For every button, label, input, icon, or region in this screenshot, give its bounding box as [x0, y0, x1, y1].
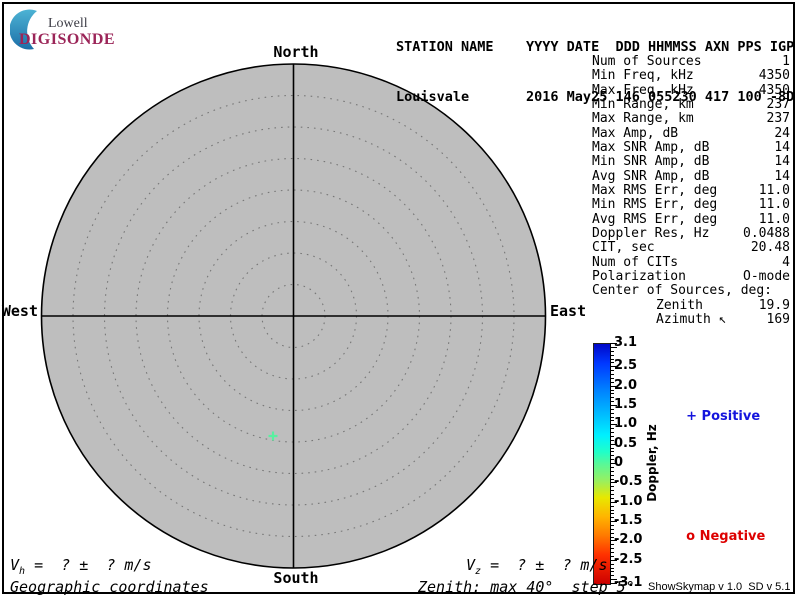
stat-row: Num of Sources 1 — [592, 54, 790, 69]
stat-label: CIT, sec — [592, 240, 655, 256]
stat-value: 4 — [782, 254, 790, 270]
stat-label: Azimuth ↖ — [656, 311, 727, 327]
compass-label-west: West — [1, 302, 38, 320]
vertical-velocity-readout: Vz = ? ± ? m/s — [466, 556, 608, 577]
stat-row: Num of CITs 4 — [592, 254, 790, 270]
colorbar-title: Doppler, Hz — [645, 424, 659, 502]
colorbar-tick-label: -1.5 — [614, 513, 643, 529]
logo-text-digisonde: DIGISONDE — [19, 31, 116, 48]
measurement-stats-panel: Num of Sources 1 Min Freq, kHz 4350 Max … — [592, 54, 790, 327]
stat-row: CIT, sec 20.48 — [592, 240, 790, 256]
stat-value: 14 — [774, 139, 790, 155]
stat-value: 237 — [766, 96, 790, 112]
legend-negative-label: Negative — [699, 529, 766, 544]
stat-row: Max SNR Amp, dB 14 — [592, 139, 790, 155]
stat-value: 4350 — [758, 68, 790, 84]
colorbar-tick-label: -1.0 — [614, 493, 643, 509]
stat-row: Max RMS Err, deg 11.0 — [592, 182, 790, 198]
colorbar-tick-label: -0.5 — [614, 474, 643, 490]
stat-value: 237 — [766, 111, 790, 127]
stat-label: Polarization — [592, 268, 686, 284]
stat-row: Avg RMS Err, deg 11.0 — [592, 211, 790, 227]
stat-row: Max Range, km 237 — [592, 111, 790, 127]
stat-row: Min RMS Err, deg 11.0 — [592, 197, 790, 213]
stat-label: Avg RMS Err, deg — [592, 211, 718, 227]
stat-value: 169 — [766, 311, 790, 327]
compass-label-south: South — [273, 569, 319, 587]
stat-row: Min SNR Amp, dB 14 — [592, 154, 790, 170]
skymap-app-window: Lowell DIGISONDE STATION NAME YYYY DATE … — [0, 0, 800, 600]
compass-label-north: North — [273, 43, 319, 61]
stat-row: Azimuth ↖ 169 — [592, 311, 790, 327]
stat-label: Center of Sources, deg: — [592, 283, 773, 299]
stat-row: Max Amp, dB 24 — [592, 125, 790, 141]
stat-value: 19.9 — [758, 297, 790, 313]
colorbar-tick-label: 1.5 — [614, 396, 638, 412]
stat-label: Avg SNR Amp, dB — [592, 168, 710, 184]
horizontal-velocity-readout: Vh = ? ± ? m/s — [10, 556, 152, 577]
stat-label: Min RMS Err, deg — [592, 197, 718, 213]
stat-row: Zenith 19.9 — [592, 297, 790, 313]
lowell-digisonde-logo: Lowell DIGISONDE — [10, 7, 120, 50]
colorbar-tick-label: 2.5 — [614, 358, 638, 374]
stat-label: Min SNR Amp, dB — [592, 154, 710, 170]
stat-value: 11.0 — [758, 182, 790, 198]
colorbar-tick-label: 0.5 — [614, 435, 638, 451]
colorbar-tick-label: 0 — [614, 455, 624, 470]
compass-label-east: East — [550, 302, 587, 320]
stat-label: Max Range, km — [592, 111, 694, 127]
stat-value: 24 — [774, 125, 790, 141]
stat-value: 4350 — [758, 82, 790, 98]
stat-label: Doppler Res, Hz — [592, 225, 710, 241]
stat-label: Num of CITs — [592, 254, 679, 270]
colorbar-gradient — [593, 343, 611, 585]
legend-positive: + Positive — [668, 394, 760, 439]
stat-row: Polarization O-mode — [592, 268, 790, 284]
stat-value: 20.48 — [750, 240, 790, 256]
legend-negative: o Negative — [668, 514, 765, 559]
stat-row: Center of Sources, deg: — [592, 283, 790, 299]
zenith-range-note: Zenith: max 40° step 5° — [418, 578, 635, 596]
legend-positive-label: Positive — [701, 409, 761, 424]
stat-label: Num of Sources — [592, 54, 702, 69]
stat-value: 11.0 — [758, 211, 790, 227]
stat-row: Min Range, km 237 — [592, 96, 790, 112]
stat-value: 11.0 — [758, 197, 790, 213]
colorbar-tick-label: -2.0 — [614, 532, 643, 548]
stat-label: Max RMS Err, deg — [592, 182, 718, 198]
stat-label: Max SNR Amp, dB — [592, 139, 710, 155]
stat-label: Min Freq, kHz — [592, 68, 694, 84]
stat-label: Max Amp, dB — [592, 125, 679, 141]
colorbar-tick-label: -2.5 — [614, 551, 643, 567]
coordinate-system-label: Geographic coordinates — [10, 578, 209, 596]
stat-label: Max Freq, kHz — [592, 82, 694, 98]
plus-marker-icon: + — [686, 409, 698, 424]
logo-text-lowell: Lowell — [48, 16, 88, 31]
stat-value: O-mode — [743, 268, 790, 284]
stat-row: Doppler Res, Hz 0.0488 — [592, 225, 790, 241]
colorbar-tick-label: 2.0 — [614, 377, 638, 393]
stat-row: Max Freq, kHz 4350 — [592, 82, 790, 98]
stat-row: Min Freq, kHz 4350 — [592, 68, 790, 84]
software-version-label: ShowSkymap v 1.0 SD v 5.1 — [648, 581, 791, 593]
colorbar-tick-label: 3.1 — [614, 335, 638, 350]
stat-row: Avg SNR Amp, dB 14 — [592, 168, 790, 184]
stat-value: 14 — [774, 154, 790, 170]
stat-value: 0.0488 — [743, 225, 790, 241]
stat-value: 14 — [774, 168, 790, 184]
colorbar-tick-label: 1.0 — [614, 416, 638, 432]
stat-value: 1 — [782, 54, 790, 69]
circle-marker-icon: o — [686, 529, 696, 544]
stat-label: Min Range, km — [592, 96, 694, 112]
